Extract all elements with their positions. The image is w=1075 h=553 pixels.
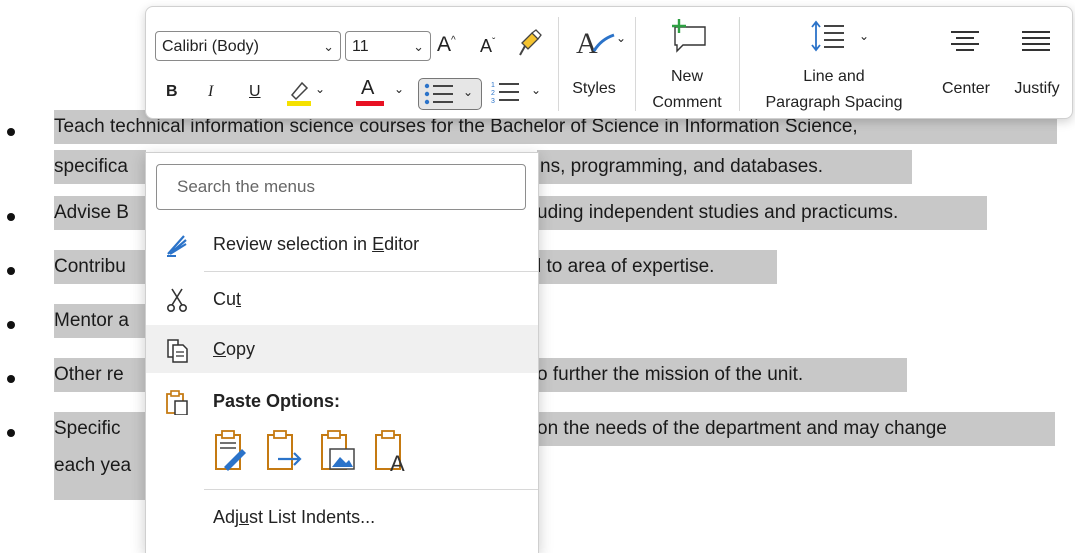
bold-button[interactable]: B xyxy=(166,83,178,101)
line-spacing-button[interactable]: ⌄ Line and Paragraph Spacing xyxy=(743,15,925,115)
review-selection-menu-item[interactable]: Review selection in Editor xyxy=(146,220,538,268)
styles-button[interactable]: A ⌄ Styles xyxy=(564,17,628,111)
scissors-icon xyxy=(166,288,188,312)
line-spacing-label-line1: Line and xyxy=(803,68,865,85)
doc-line[interactable]: Specific xyxy=(54,412,146,446)
bullet xyxy=(7,213,15,221)
bullet xyxy=(7,375,15,383)
menu-separator xyxy=(204,489,538,490)
adjust-list-indents-menu-item[interactable]: Adjust List Indents... xyxy=(146,493,538,541)
paste-keep-source-formatting-icon[interactable] xyxy=(212,429,248,473)
context-menu: Search the menus Review selection in Edi… xyxy=(145,152,539,553)
doc-line[interactable]: o further the mission of the unit. xyxy=(537,358,907,392)
chevron-down-icon: ⌄ xyxy=(413,39,424,54)
bullet xyxy=(7,267,15,275)
cut-label: Cut xyxy=(213,289,242,309)
doc-line[interactable]: on the needs of the department and may c… xyxy=(537,412,1055,446)
doc-line[interactable]: specifica xyxy=(54,150,146,184)
copy-icon xyxy=(167,339,188,363)
grow-font-icon[interactable]: A^ xyxy=(437,33,456,57)
doc-line[interactable]: Other re xyxy=(54,358,146,392)
paste-options-header: Paste Options: xyxy=(146,377,538,425)
paste-picture-icon[interactable] xyxy=(318,429,358,473)
new-comment-label-line2: Comment xyxy=(652,94,722,111)
bullet xyxy=(7,128,15,136)
copy-menu-item[interactable]: Copy xyxy=(146,325,538,373)
toolbar-separator xyxy=(635,17,636,111)
shrink-font-icon[interactable]: Aˇ xyxy=(480,36,495,57)
svg-text:A: A xyxy=(390,451,405,473)
numbering-button[interactable]: 1 2 3 ⌄ xyxy=(491,79,551,109)
font-color-button[interactable]: A ⌄ xyxy=(356,77,404,107)
bullet xyxy=(7,321,15,329)
styles-label: Styles xyxy=(572,80,616,97)
align-center-icon xyxy=(951,31,979,51)
svg-text:A: A xyxy=(576,27,598,60)
format-painter-icon[interactable] xyxy=(518,29,542,57)
copy-label: Copy xyxy=(213,339,256,359)
bullet xyxy=(7,429,15,437)
doc-line[interactable]: Contribu xyxy=(54,250,146,284)
paste-merge-formatting-icon[interactable] xyxy=(264,429,304,473)
paste-options-label: Paste Options: xyxy=(213,391,341,411)
center-label: Center xyxy=(941,80,991,97)
cut-menu-item[interactable]: Cut xyxy=(146,275,538,323)
chevron-down-icon: ⌄ xyxy=(323,39,334,54)
review-selection-label: Review selection in Editor xyxy=(213,234,420,254)
doc-line[interactable]: uding independent studies and practicums… xyxy=(537,196,987,230)
doc-line[interactable]: each yea xyxy=(54,446,146,500)
editor-pen-icon xyxy=(167,235,187,257)
align-justify-icon xyxy=(1022,31,1050,51)
line-spacing-icon xyxy=(811,20,844,52)
center-button[interactable]: Center xyxy=(931,17,1001,113)
paste-keep-text-only-icon[interactable]: A xyxy=(372,429,412,476)
svg-text:1: 1 xyxy=(491,82,495,89)
toolbar-separator xyxy=(739,17,740,111)
bullets-button[interactable]: ⌄ xyxy=(418,78,482,110)
numbered-list-icon: 1 2 3 xyxy=(491,82,519,105)
adjust-list-indents-label: Adjust List Indents... xyxy=(213,507,376,527)
svg-text:3: 3 xyxy=(491,98,495,105)
toolbar-separator xyxy=(558,17,559,111)
line-spacing-label-line2: Paragraph Spacing xyxy=(765,94,903,111)
search-menus-input[interactable]: Search the menus xyxy=(156,164,526,210)
doc-line[interactable]: l to area of expertise. xyxy=(537,250,777,284)
font-name-value: Calibri (Body) xyxy=(162,38,259,55)
highlight-color-button[interactable]: ⌄ xyxy=(284,77,325,107)
mini-toolbar: Calibri (Body) ⌄ 11 ⌄ A^ Aˇ B I U ⌄ A ⌄ … xyxy=(145,6,1073,119)
underline-button[interactable]: U xyxy=(249,83,261,101)
justify-button[interactable]: Justify xyxy=(1004,17,1070,113)
doc-line[interactable]: Advise B xyxy=(54,196,146,230)
new-comment-icon xyxy=(672,19,706,53)
new-comment-label-line1: New xyxy=(670,68,703,85)
paste-icon xyxy=(166,390,188,415)
font-name-dropdown[interactable]: Calibri (Body) ⌄ xyxy=(155,31,341,61)
new-comment-button[interactable]: New Comment xyxy=(639,15,735,115)
italic-button[interactable]: I xyxy=(208,83,213,101)
menu-separator xyxy=(204,271,538,272)
doc-line[interactable]: ns, programming, and databases. xyxy=(537,150,912,184)
svg-text:2: 2 xyxy=(491,90,495,97)
font-size-dropdown[interactable]: 11 ⌄ xyxy=(345,31,431,61)
bullet-list-icon xyxy=(424,83,453,105)
doc-line[interactable]: Mentor a xyxy=(54,304,146,338)
font-size-value: 11 xyxy=(352,38,369,55)
justify-label: Justify xyxy=(1014,80,1060,97)
